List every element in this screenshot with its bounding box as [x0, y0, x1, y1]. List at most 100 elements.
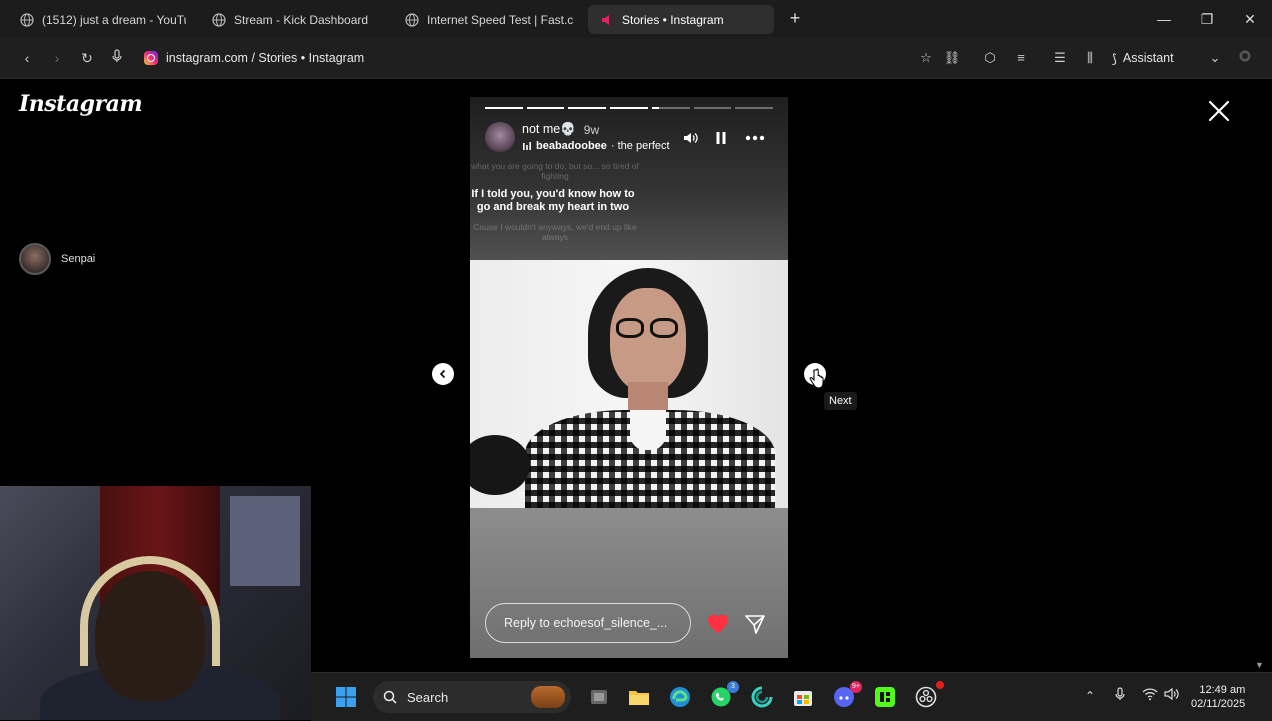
forward-icon[interactable]: ›	[47, 48, 67, 68]
assistant-icon: ⟆	[1112, 51, 1117, 66]
lyrics-next-line: Cause I wouldn't anyways, we'd end up li…	[473, 222, 637, 242]
whatsapp-badge: 3	[727, 681, 739, 693]
system-clock[interactable]: 12:49 am 02/11/2025	[1191, 683, 1245, 711]
reload-icon[interactable]: ↻	[77, 48, 97, 68]
lyrics-previous-line: what you are going to do, but so... so t…	[471, 161, 639, 181]
browser-app-icon[interactable]	[750, 685, 774, 709]
story-user-row: not me💀 9w	[522, 122, 599, 137]
heart-icon[interactable]	[706, 612, 730, 634]
close-window-icon[interactable]: ✕	[1240, 9, 1260, 29]
tab-title: (1512) just a dream - YouTube	[42, 12, 186, 27]
tab-title: Stories • Instagram	[622, 12, 724, 27]
audio-wave-icon[interactable]: ⫼	[1080, 48, 1100, 68]
microphone-icon[interactable]	[107, 48, 127, 68]
taskbar-search[interactable]: Search	[373, 681, 571, 713]
chevron-up-icon[interactable]: ⌃	[1081, 687, 1099, 705]
story-username[interactable]: not me💀	[522, 122, 576, 137]
song-title: · the perfect	[610, 140, 670, 152]
tab-kick-dashboard[interactable]: Stream - Kick Dashboard	[200, 5, 390, 34]
tab-title: Internet Speed Test | Fast.com	[427, 12, 573, 27]
progress-segment	[693, 107, 732, 109]
progress-segment	[485, 107, 523, 109]
chevron-down-icon[interactable]: ⌄	[1205, 48, 1225, 68]
whatsapp-icon[interactable]: 3	[709, 681, 739, 709]
speaker-icon[interactable]	[600, 13, 614, 27]
share-link-icon[interactable]: ⛓	[942, 48, 962, 68]
kick-app-icon[interactable]	[873, 685, 897, 709]
globe-icon	[212, 12, 226, 27]
hand-cursor-icon	[809, 368, 824, 389]
discord-icon[interactable]: 9+	[832, 681, 862, 709]
progress-segment	[735, 107, 774, 109]
tab-instagram-stories[interactable]: Stories • Instagram	[588, 5, 774, 34]
search-icon	[383, 690, 397, 704]
music-bars-icon	[523, 142, 531, 150]
story-age: 9w	[583, 122, 600, 137]
microphone-tray-icon[interactable]	[1111, 687, 1129, 705]
previous-story-button[interactable]	[432, 363, 454, 385]
tab-fast-com[interactable]: Internet Speed Test | Fast.com	[393, 5, 585, 34]
bookmark-star-icon[interactable]: ☆	[916, 48, 936, 68]
minimize-icon[interactable]: —	[1154, 9, 1174, 29]
story-music-row[interactable]: beabadoobee · the perfect	[522, 140, 670, 152]
story-avatar[interactable]	[485, 122, 515, 152]
progress-segment	[568, 107, 607, 109]
tab-title: Stream - Kick Dashboard	[234, 12, 369, 27]
new-tab-button[interactable]: +	[786, 9, 804, 27]
reply-input[interactable]: Reply to echoesof_silence_...	[485, 603, 691, 643]
story-progress-bar	[485, 107, 774, 109]
recording-dot-icon	[936, 681, 944, 689]
url-field[interactable]: instagram.com / Stories • Instagram	[144, 48, 364, 68]
clock-time: 12:49 am	[1199, 684, 1246, 696]
wifi-icon[interactable]	[1141, 687, 1159, 705]
glasses-icon	[616, 318, 644, 338]
pause-icon[interactable]	[711, 128, 731, 148]
chevron-left-icon	[439, 369, 446, 379]
volume-tray-icon[interactable]	[1163, 687, 1181, 705]
file-explorer-icon[interactable]	[627, 685, 651, 709]
obs-icon[interactable]	[914, 681, 944, 709]
task-view-icon[interactable]	[587, 685, 611, 709]
browser-tab-bar: (1512) just a dream - YouTube Stream - K…	[0, 0, 1272, 38]
globe-icon	[20, 12, 34, 27]
address-bar: ‹ › ↻ instagram.com / Stories • Instagra…	[0, 38, 1272, 79]
next-tooltip: Next	[824, 392, 857, 410]
windows-taskbar: Search 3 9+ ⌃ 12:49 am 02/11/2025	[311, 672, 1272, 721]
extensions-icon[interactable]: ⬡	[980, 48, 1000, 68]
profile-icon[interactable]	[1235, 48, 1255, 68]
webcam-overlay	[0, 486, 311, 720]
song-artist: beabadoobee	[536, 140, 607, 152]
microsoft-store-icon[interactable]	[791, 685, 815, 709]
reading-list-icon[interactable]: ≡	[1011, 48, 1031, 68]
edge-browser-icon[interactable]	[668, 685, 692, 709]
volume-icon[interactable]	[681, 128, 701, 148]
story-photo	[470, 260, 788, 508]
progress-segment	[526, 107, 565, 109]
url-text: instagram.com / Stories • Instagram	[166, 51, 365, 65]
search-highlight-icon	[531, 686, 565, 708]
close-icon[interactable]	[1206, 98, 1232, 124]
sidebar-story-senpai[interactable]: Senpai	[19, 243, 95, 275]
progress-segment	[651, 107, 690, 109]
lyrics-current-line: If I told you, you'd know how to go and …	[471, 188, 635, 213]
back-icon[interactable]: ‹	[17, 48, 37, 68]
more-options-icon[interactable]	[745, 128, 765, 148]
scroll-down-arrow-icon[interactable]: ▼	[1255, 660, 1264, 670]
sidebar-menu-icon[interactable]: ☰	[1050, 48, 1070, 68]
tab-youtube[interactable]: (1512) just a dream - YouTube	[8, 5, 198, 34]
restore-icon[interactable]: ❐	[1197, 9, 1217, 29]
clock-date: 02/11/2025	[1191, 698, 1246, 710]
sidebar-username: Senpai	[61, 253, 96, 265]
instagram-favicon-icon	[144, 51, 158, 65]
assistant-button[interactable]: ⟆ Assistant	[1112, 48, 1174, 68]
instagram-logo[interactable]: Instagram	[19, 91, 143, 117]
windows-start-icon[interactable]	[334, 685, 358, 709]
progress-segment	[610, 107, 648, 109]
search-label: Search	[407, 689, 449, 705]
send-icon[interactable]	[744, 613, 766, 635]
assistant-label: Assistant	[1122, 51, 1174, 65]
globe-icon	[405, 12, 419, 27]
discord-badge: 9+	[850, 681, 862, 693]
avatar	[19, 243, 51, 275]
story-viewer[interactable]: not me💀 9w beabadoobee · the perfect wha…	[470, 97, 788, 658]
